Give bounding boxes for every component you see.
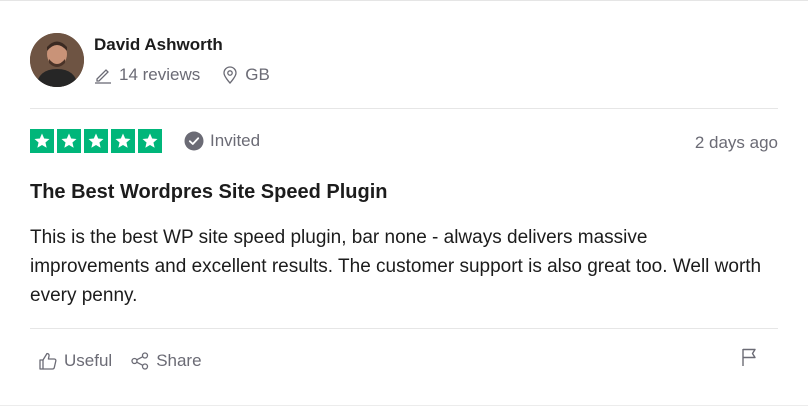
reviewer-meta: 14 reviews GB	[94, 65, 292, 85]
review-body: This is the best WP site speed plugin, b…	[30, 227, 762, 306]
flag-icon	[742, 348, 756, 366]
pencil-icon	[95, 69, 111, 84]
invited-label: Invited	[210, 131, 261, 150]
invited-badge[interactable]: Invited	[184, 131, 260, 151]
useful-button[interactable]: Useful	[38, 351, 112, 371]
star-rating	[30, 129, 162, 153]
star-icon	[138, 129, 162, 153]
divider	[30, 328, 778, 329]
star-icon	[84, 129, 108, 153]
useful-label: Useful	[64, 351, 113, 370]
review-date: 2 days ago	[694, 133, 778, 152]
verified-check-icon	[184, 131, 204, 151]
reviewer-country: GB	[222, 65, 270, 85]
reviews-count: 14 reviews	[94, 65, 200, 85]
star-icon	[111, 129, 135, 153]
report-flag-button[interactable]	[740, 347, 758, 372]
star-icon	[30, 129, 54, 153]
country-text: GB	[245, 65, 270, 84]
review-actions: Useful Share	[38, 351, 220, 371]
review-title[interactable]: The Best Wordpres Site Speed Plugin	[30, 181, 387, 204]
star-icon	[57, 129, 81, 153]
share-label: Share	[156, 351, 202, 370]
reviewer-name[interactable]: David Ashworth	[94, 35, 223, 55]
divider	[30, 108, 778, 109]
location-pin-icon	[223, 66, 237, 84]
share-icon	[131, 352, 149, 370]
share-button[interactable]: Share	[130, 351, 202, 371]
reviews-count-text: 14 reviews	[119, 65, 201, 84]
avatar[interactable]	[30, 33, 84, 87]
thumbs-up-icon	[39, 352, 57, 370]
review-card: David Ashworth 14 reviews GB Invited 2 d…	[0, 0, 808, 406]
